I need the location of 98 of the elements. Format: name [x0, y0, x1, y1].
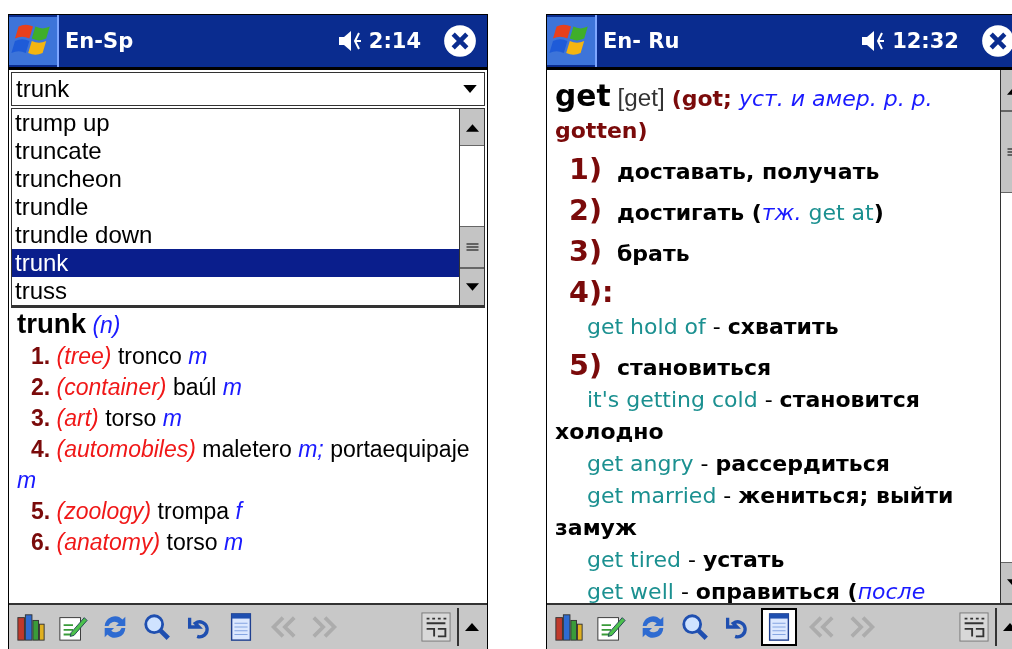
translation: замуж: [555, 515, 637, 540]
translation: baúl: [172, 374, 217, 400]
grammar-note: m: [188, 343, 208, 369]
translation: trompa: [157, 498, 230, 524]
usage-label: (zoology): [56, 498, 152, 524]
grammar-note: тж.: [761, 200, 802, 225]
phrase: it's getting cold: [587, 387, 758, 412]
translation: оправиться (: [695, 579, 858, 603]
word-list-item[interactable]: truncate: [12, 137, 459, 165]
sense-number: 6.: [31, 529, 51, 555]
sense-number: 4):: [569, 275, 614, 309]
headword: trunk: [17, 308, 86, 339]
speaker-icon[interactable]: [336, 30, 363, 52]
window-title: En- Ru: [603, 29, 681, 53]
translation: portaequipaje: [330, 436, 470, 462]
scroll-up-button[interactable]: [460, 109, 484, 146]
sense-number: 5): [569, 348, 602, 382]
close-icon[interactable]: [981, 24, 1012, 58]
translation: схватить: [727, 314, 839, 339]
usage-label: (tree): [56, 343, 112, 369]
word-list-item[interactable]: trundle: [12, 193, 459, 221]
grammar-note: m: [222, 374, 242, 400]
phrase: get tired: [587, 547, 681, 572]
translation: torso: [105, 405, 157, 431]
translation: рассердиться: [715, 451, 890, 476]
sense-number: 2.: [31, 374, 51, 400]
part-of-speech: (n): [92, 312, 121, 338]
word-forms: gotten): [555, 118, 648, 143]
phrase: get well: [587, 579, 674, 603]
sense-number: 1.: [31, 343, 51, 369]
keyboard-icon[interactable]: [421, 612, 451, 642]
down-triangle-icon: [465, 282, 479, 292]
search-icon: [142, 612, 172, 642]
dash: -: [723, 483, 732, 508]
translation: достигать (: [616, 200, 762, 225]
keyboard-icon[interactable]: [959, 612, 989, 642]
translation: холодно: [555, 419, 664, 444]
usage-label: (automobiles): [56, 436, 196, 462]
close-icon[interactable]: [443, 24, 477, 58]
windows-flag-icon[interactable]: [547, 15, 597, 67]
clock-time[interactable]: 2:14: [368, 29, 421, 53]
up-arrow-icon[interactable]: [465, 622, 479, 632]
books-icon: [16, 612, 46, 642]
scroll-down-button[interactable]: [460, 268, 484, 305]
sense-number: 1): [569, 152, 602, 186]
windows-flag-icon[interactable]: [9, 15, 59, 67]
translation: брать: [616, 241, 690, 266]
grammar-note: m: [17, 467, 37, 493]
grammar-note: m;: [298, 436, 324, 462]
translation: устать: [702, 547, 785, 572]
translation: maletero: [202, 436, 292, 462]
translation: жениться; выйти: [738, 483, 954, 508]
books-icon: [554, 612, 584, 642]
up-triangle-icon: [465, 122, 479, 132]
speaker-icon[interactable]: [860, 30, 887, 52]
word-input-field[interactable]: trunk: [11, 72, 485, 106]
sense-number: 2): [569, 193, 602, 227]
dash: -: [680, 579, 689, 603]
translation: становиться: [616, 355, 772, 380]
dropdown-arrow-icon[interactable]: [463, 85, 477, 94]
word-list-item[interactable]: truncheon: [12, 165, 459, 193]
clock-time[interactable]: 12:32: [892, 29, 959, 53]
usage-label: (anatomy): [56, 529, 161, 555]
dash: -: [764, 387, 773, 412]
word-forms: (got;: [671, 86, 732, 111]
word-list-item[interactable]: trundle down: [12, 221, 459, 249]
window-title: En-Sp: [65, 29, 135, 53]
translation: ): [873, 200, 884, 225]
dash: -: [700, 451, 709, 476]
phrase: get hold of: [587, 314, 706, 339]
sense-number: 4.: [31, 436, 51, 462]
search-icon: [680, 612, 710, 642]
translation: torso: [166, 529, 218, 555]
usage-label: (container): [56, 374, 167, 400]
grammar-note: m: [162, 405, 182, 431]
word-list-item[interactable]: truss: [12, 277, 459, 305]
headword: get: [555, 78, 611, 113]
grammar-note: m: [224, 529, 244, 555]
grammar-note: после: [857, 579, 926, 603]
usage-label: (art): [56, 405, 99, 431]
phrase: get married: [587, 483, 717, 508]
translation: становится: [779, 387, 920, 412]
sense-number: 5.: [31, 498, 51, 524]
grammar-note: уст. и амер. p. p.: [738, 86, 933, 111]
translation: tronco: [117, 343, 182, 369]
toolbar-button[interactable]: [761, 608, 797, 646]
phrase: get at: [808, 200, 874, 225]
dash: -: [687, 547, 696, 572]
translation: доставать, получать: [616, 159, 880, 184]
word-list-item[interactable]: trump up: [12, 109, 459, 137]
scroll-thumb[interactable]: [460, 226, 484, 268]
transcription: [get]: [617, 84, 665, 111]
word-list-item[interactable]: trunk: [12, 249, 459, 277]
grammar-note: f: [235, 498, 242, 524]
phrase: get angry: [587, 451, 694, 476]
sense-number: 3): [569, 234, 602, 268]
dash: -: [712, 314, 721, 339]
sense-number: 3.: [31, 405, 51, 431]
